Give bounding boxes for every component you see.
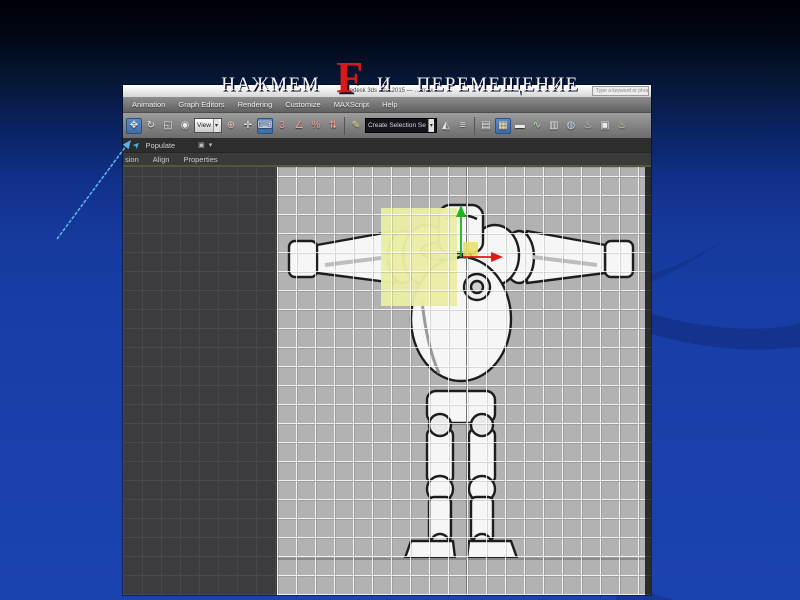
menu-animation[interactable]: Animation <box>132 100 165 109</box>
snap-toggle-3d-icon[interactable]: 3 <box>274 118 290 134</box>
menu-rendering[interactable]: Rendering <box>238 100 273 109</box>
ribbon-tab-sion[interactable]: sion <box>125 155 139 164</box>
selection-region[interactable] <box>381 208 457 306</box>
slide-title: НАЖМЕМ F И ПЕРЕМЕЩЕНИЕ <box>0 50 800 102</box>
named-selection-sets-dropdown[interactable]: Create Selection Se ▾ <box>365 118 437 133</box>
toolbar-separator <box>344 116 345 135</box>
robot-blueprint-image <box>287 203 635 560</box>
render-setup-icon[interactable]: ♨ <box>580 118 596 134</box>
select-and-place-icon[interactable]: ◉ <box>177 118 193 134</box>
toggle-scene-explorer-icon[interactable]: ▤ <box>478 118 494 134</box>
title-text-left: НАЖМЕМ <box>221 74 321 95</box>
populate-label[interactable]: Populate <box>146 141 176 150</box>
viewport-front[interactable] <box>277 167 645 595</box>
camera-icon[interactable]: ▣ ▾ <box>198 141 213 149</box>
align-icon[interactable]: ≡ <box>455 118 471 134</box>
keyboard-shortcut-override-icon[interactable]: ⌨ <box>257 117 273 134</box>
mirror-icon[interactable]: ◭ <box>438 118 454 134</box>
toolbar-separator <box>473 116 475 135</box>
curve-editor-icon[interactable]: ∿ <box>529 118 545 134</box>
populate-arrow-icon[interactable]: ➤ <box>130 138 142 150</box>
grid-origin-ground-line <box>277 558 645 560</box>
select-and-scale-icon[interactable]: ◱ <box>160 118 176 134</box>
grid-origin-vertical-line <box>466 167 467 595</box>
percent-snap-toggle-icon[interactable]: % <box>308 118 324 134</box>
title-text-right: И ПЕРЕМЕЩЕНИЕ <box>376 74 579 95</box>
menubar: Animation Graph Editors Rendering Customize… <box>123 97 651 112</box>
viewport-area <box>123 165 651 595</box>
select-and-manipulate-icon[interactable]: ✛ <box>240 118 256 134</box>
use-pivot-point-center-icon[interactable]: ⊕ <box>223 118 239 134</box>
material-editor-icon[interactable]: ◍ <box>563 118 579 134</box>
ribbon-populate-row: ➤ Populate ▣ ▾ <box>123 138 651 152</box>
main-toolbar: ✥ ↻ ◱ ◉ View ▾ ⊕ ✛ ⌨ 3 ∠% ⇅ ✎ Create Selection Se ▾ ◭ ≡ ▤… <box>123 112 651 138</box>
ribbon-tab-align[interactable]: Align <box>153 155 170 164</box>
render-production-icon[interactable]: ♨ <box>614 118 630 134</box>
menu-graph-editors[interactable]: Graph Editors <box>178 100 224 109</box>
toggle-layer-explorer-icon[interactable]: ▦ <box>494 117 511 134</box>
annotation-arrow-line <box>56 141 130 240</box>
menu-help[interactable]: Help <box>382 100 397 109</box>
ribbon-tab-properties[interactable]: Properties <box>183 155 217 164</box>
title-highlight-letter: F <box>336 53 363 102</box>
select-and-rotate-icon[interactable]: ↻ <box>143 118 159 134</box>
viewport-left[interactable] <box>123 167 277 595</box>
right-panel-strip[interactable] <box>645 167 651 595</box>
angle-snap-toggle-icon[interactable]: ∠ <box>291 118 307 134</box>
select-and-move-icon[interactable]: ✥ <box>126 117 142 134</box>
slide-background: НАЖМЕМ F И ПЕРЕМЕЩЕНИЕ Autodesk 3ds Max … <box>0 0 800 600</box>
menu-customize[interactable]: Customize <box>285 100 320 109</box>
spinner-snap-toggle-icon[interactable]: ⇅ <box>325 118 341 134</box>
edit-named-selection-sets-icon[interactable]: ✎ <box>348 118 364 134</box>
ribbon-tabs: sion Align Properties <box>123 152 651 165</box>
toggle-ribbon-icon[interactable]: ▬ <box>512 118 528 134</box>
schematic-view-icon[interactable]: ▥ <box>546 118 562 134</box>
3dsmax-window: Autodesk 3ds Max 2015 — ….max Type a key… <box>123 85 651 595</box>
rendered-frame-window-icon[interactable]: ▣ <box>597 118 613 134</box>
reference-coordinate-system-dropdown[interactable]: View ▾ <box>194 118 222 133</box>
